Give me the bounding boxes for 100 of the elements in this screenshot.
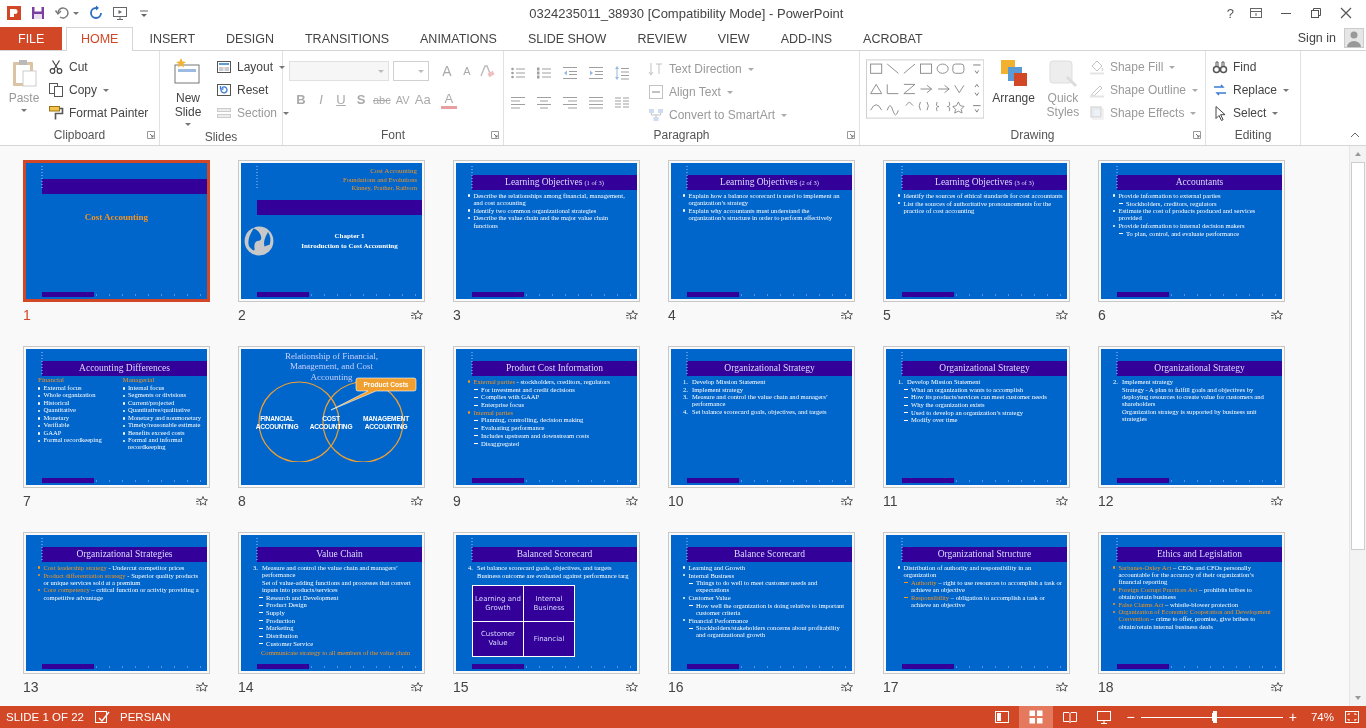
justify-icon[interactable] bbox=[588, 94, 604, 111]
slide-thumbnail[interactable] bbox=[1098, 345, 1285, 488]
zoom-percentage[interactable]: 74% bbox=[1310, 711, 1334, 723]
star-icon[interactable] bbox=[1056, 308, 1068, 321]
align-center-icon[interactable] bbox=[536, 94, 552, 111]
arrange-button[interactable]: Arrange bbox=[990, 54, 1037, 125]
cursor-icon bbox=[1212, 104, 1228, 121]
scrollbar-thumb[interactable] bbox=[1351, 161, 1365, 550]
ribbon-tab[interactable]: TRANSITIONS bbox=[290, 26, 404, 50]
slide-thumbnail[interactable] bbox=[668, 531, 855, 674]
align-right-icon[interactable] bbox=[562, 94, 578, 111]
dotted-rule bbox=[41, 537, 43, 562]
slide-thumbnail[interactable] bbox=[453, 159, 640, 302]
ribbon-button[interactable]: Format Painter bbox=[48, 102, 149, 123]
font-size-field[interactable] bbox=[393, 60, 429, 81]
zoom-in-button[interactable]: + bbox=[1288, 709, 1297, 725]
ribbon-tab[interactable]: VIEW bbox=[703, 26, 765, 50]
slide-thumbnail[interactable] bbox=[238, 531, 425, 674]
line-spacing-icon[interactable] bbox=[614, 64, 630, 81]
undo-icon[interactable] bbox=[54, 5, 70, 22]
dotted-rule bbox=[901, 351, 903, 376]
ribbon-button[interactable]: Reset bbox=[216, 79, 291, 100]
slideshow-view-icon bbox=[1095, 709, 1112, 725]
ribbon-tab[interactable]: DESIGN bbox=[211, 26, 289, 50]
slide-thumbnail[interactable] bbox=[23, 531, 210, 674]
ribbon-button[interactable]: Find bbox=[1212, 56, 1291, 77]
bullet-icon bbox=[898, 194, 901, 197]
ribbon-tab[interactable]: FILE bbox=[0, 26, 63, 50]
align-left-icon[interactable] bbox=[510, 94, 526, 111]
scroll-down-icon[interactable] bbox=[1353, 694, 1363, 702]
dialog-launcher-icon[interactable] bbox=[1193, 130, 1201, 139]
bullet-icon bbox=[1113, 194, 1116, 197]
slide-number: 11 bbox=[883, 492, 898, 509]
spelling-check-icon[interactable] bbox=[94, 709, 110, 725]
ribbon-tab[interactable]: HOME bbox=[66, 26, 133, 51]
bullet-icon bbox=[38, 402, 41, 405]
save-icon[interactable] bbox=[30, 5, 46, 22]
star-icon[interactable] bbox=[196, 494, 208, 507]
ribbon-button[interactable]: Cut bbox=[48, 56, 149, 77]
star-icon[interactable] bbox=[1056, 680, 1068, 693]
slide-thumbnail[interactable] bbox=[453, 345, 640, 488]
scrollbar[interactable] bbox=[1349, 145, 1366, 706]
ribbon-tab[interactable]: SLIDE SHOW bbox=[513, 26, 621, 50]
dotted-rule bbox=[256, 165, 258, 190]
zoom-slider[interactable] bbox=[1140, 711, 1283, 723]
collapse-ribbon-icon[interactable] bbox=[1350, 130, 1360, 139]
language-indicator[interactable]: PERSIAN bbox=[120, 711, 171, 723]
star-icon[interactable] bbox=[1271, 308, 1283, 321]
fit-to-window-icon[interactable] bbox=[1344, 709, 1360, 725]
star-icon[interactable] bbox=[626, 680, 638, 693]
dialog-launcher-icon[interactable] bbox=[147, 130, 155, 139]
zoom-slider-thumb[interactable] bbox=[1212, 711, 1217, 723]
star-icon[interactable] bbox=[1056, 494, 1068, 507]
star-icon[interactable] bbox=[626, 494, 638, 507]
slide-thumbnail[interactable] bbox=[883, 531, 1070, 674]
slide-thumbnail[interactable] bbox=[1098, 159, 1285, 302]
dash-icon bbox=[904, 582, 908, 584]
ribbon-tab[interactable]: ACROBAT bbox=[848, 26, 938, 50]
slide-thumbnail[interactable] bbox=[1098, 531, 1285, 674]
dialog-launcher-icon[interactable] bbox=[491, 130, 499, 139]
ribbon-tab[interactable]: ANIMATIONS bbox=[405, 26, 512, 50]
slide-thumbnail[interactable] bbox=[23, 345, 210, 488]
star-icon[interactable] bbox=[1271, 680, 1283, 693]
sign-in-link[interactable]: Sign in bbox=[1297, 31, 1336, 46]
star-icon[interactable] bbox=[626, 308, 638, 321]
star-icon[interactable] bbox=[411, 494, 423, 507]
slide-number: 16 bbox=[668, 678, 684, 695]
star-icon[interactable] bbox=[841, 680, 853, 693]
slide-thumbnail[interactable] bbox=[883, 345, 1070, 488]
increase-indent-icon[interactable] bbox=[588, 64, 604, 81]
help-button[interactable]: ? bbox=[1226, 5, 1234, 21]
ribbon-tab[interactable]: REVIEW bbox=[622, 26, 702, 50]
ribbon-button[interactable]: Replace bbox=[1212, 79, 1291, 100]
star-icon[interactable] bbox=[1271, 494, 1283, 507]
group-label: Font bbox=[381, 127, 405, 142]
ribbon-tab[interactable]: INSERT bbox=[134, 26, 210, 50]
caret-icon[interactable] bbox=[72, 9, 80, 18]
star-icon[interactable] bbox=[411, 680, 423, 693]
ribbon-button[interactable]: Select bbox=[1212, 102, 1291, 123]
star-icon[interactable] bbox=[411, 308, 423, 321]
star-icon[interactable] bbox=[196, 680, 208, 693]
slide-thumbnail[interactable] bbox=[668, 159, 855, 302]
view-button[interactable] bbox=[1018, 706, 1053, 728]
ribbon-button[interactable]: Layout bbox=[216, 56, 291, 77]
decrease-indent-icon[interactable] bbox=[562, 64, 578, 81]
zoom-out-button[interactable]: − bbox=[1126, 709, 1135, 725]
user-icon[interactable] bbox=[1344, 28, 1364, 49]
star-icon[interactable] bbox=[841, 308, 853, 321]
slideshow-icon[interactable] bbox=[112, 5, 128, 22]
dialog-launcher-icon[interactable] bbox=[847, 130, 855, 139]
slide-title: Accounting Differences bbox=[79, 363, 170, 374]
new-slide-button[interactable]: New Slide bbox=[166, 54, 210, 130]
ribbon-button[interactable]: Copy bbox=[48, 79, 149, 100]
slide-title: Cost Accounting bbox=[83, 211, 150, 222]
dash-icon bbox=[259, 597, 263, 599]
bullet-icon bbox=[122, 387, 125, 390]
text-direction-icon bbox=[648, 60, 664, 77]
redo-icon[interactable] bbox=[88, 5, 104, 22]
star-icon[interactable] bbox=[841, 494, 853, 507]
ribbon-tab[interactable]: ADD-INS bbox=[766, 26, 847, 50]
